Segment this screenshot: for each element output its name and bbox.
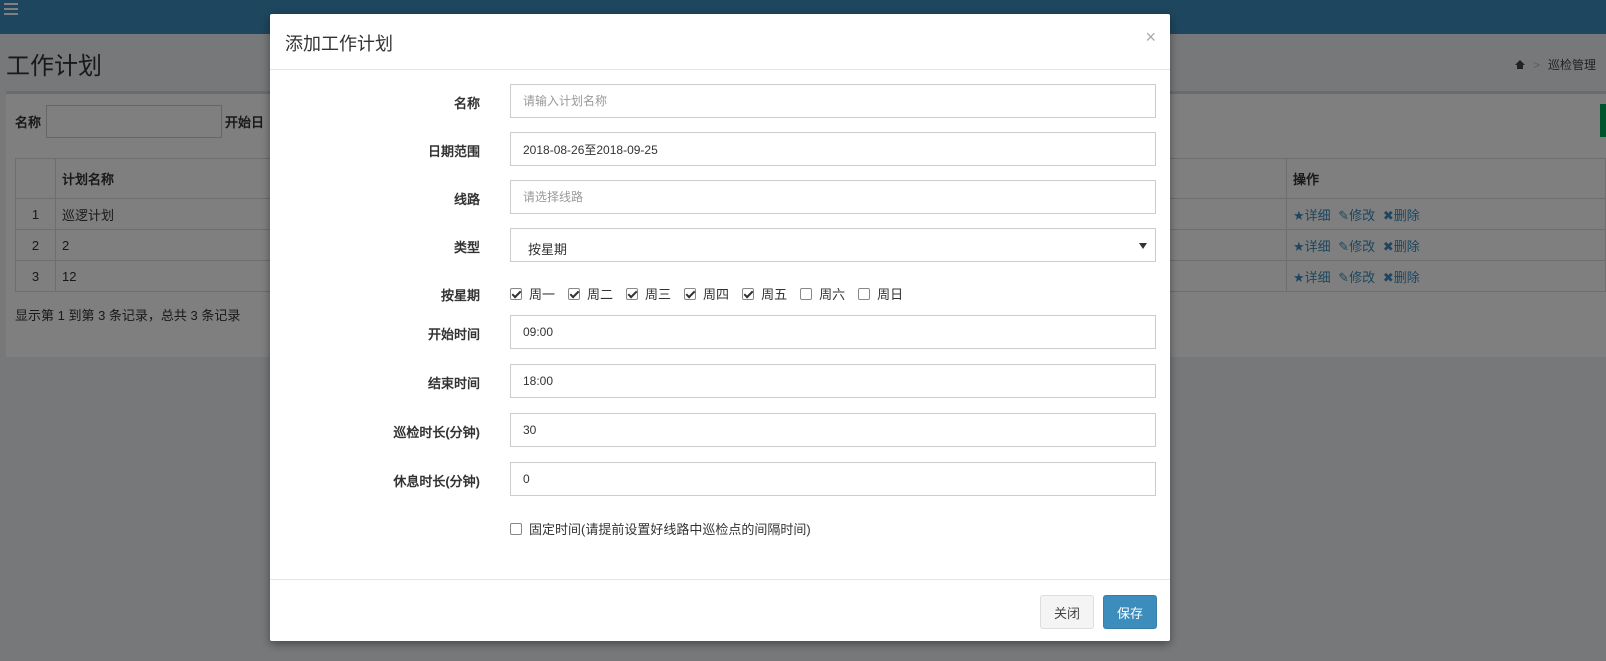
rest-duration-label: 休息时长(分钟) [393, 474, 480, 489]
route-label: 线路 [453, 192, 480, 207]
type-label: 类型 [453, 240, 480, 255]
form-row-start-time: 开始时间 [270, 315, 1170, 349]
modal-footer: 关闭 保存 [270, 579, 1170, 641]
weekday-friday[interactable]: 周五 [742, 284, 787, 303]
tuesday-label: 周二 [587, 287, 614, 302]
form-row-end-time: 结束时间 [270, 364, 1170, 398]
form-row-name: 名称 [270, 84, 1170, 118]
weekday-sunday[interactable]: 周日 [858, 284, 903, 303]
sunday-checkbox[interactable] [858, 287, 871, 300]
form-row-route: 线路 [270, 180, 1170, 214]
weekday-thursday[interactable]: 周四 [684, 284, 729, 303]
name-label: 名称 [453, 96, 480, 111]
rest-duration-input[interactable] [510, 462, 1156, 496]
save-button[interactable]: 保存 [1103, 595, 1157, 629]
close-button[interactable]: 关闭 [1040, 595, 1094, 629]
date-range-input[interactable] [510, 132, 1156, 166]
tuesday-checkbox[interactable] [568, 287, 581, 300]
form-row-week: 按星期 周一 周二 周三 周四 周五 周六 周日 [270, 276, 1170, 310]
date-range-label: 日期范围 [427, 144, 480, 159]
patrol-duration-input[interactable] [510, 413, 1156, 447]
wednesday-label: 周三 [645, 287, 672, 302]
form-row-fixed-time: 固定时间(请提前设置好线路中巡检点的间隔时间) [270, 511, 1170, 545]
fixed-time-option[interactable]: 固定时间(请提前设置好线路中巡检点的间隔时间) [510, 519, 811, 538]
start-time-input[interactable] [510, 315, 1156, 349]
end-time-input[interactable] [510, 364, 1156, 398]
add-plan-modal: 添加工作计划 × 名称 日期范围 线路 类型 按星期 按星期 周一 周二 [270, 14, 1170, 641]
wednesday-checkbox[interactable] [626, 287, 639, 300]
form-row-type: 类型 按星期 [270, 228, 1170, 262]
friday-label: 周五 [761, 287, 788, 302]
form-row-patrol-duration: 巡检时长(分钟) [270, 413, 1170, 447]
thursday-label: 周四 [703, 287, 730, 302]
patrol-duration-label: 巡检时长(分钟) [393, 425, 480, 440]
route-input[interactable] [510, 180, 1156, 214]
start-time-label: 开始时间 [427, 327, 480, 342]
weekday-checkbox-group: 周一 周二 周三 周四 周五 周六 周日 [510, 284, 916, 303]
friday-checkbox[interactable] [742, 287, 755, 300]
type-select[interactable]: 按星期 [510, 228, 1156, 262]
weekday-tuesday[interactable]: 周二 [568, 284, 613, 303]
fixed-time-label: 固定时间(请提前设置好线路中巡检点的间隔时间) [529, 522, 811, 537]
type-select-value: 按星期 [528, 242, 568, 257]
form-row-rest-duration: 休息时长(分钟) [270, 462, 1170, 496]
caret-down-icon [1139, 243, 1147, 249]
weekday-monday[interactable]: 周一 [510, 284, 555, 303]
saturday-label: 周六 [819, 287, 846, 302]
modal-title: 添加工作计划 [285, 34, 393, 54]
close-icon[interactable]: × [1145, 28, 1156, 46]
form-row-date-range: 日期范围 [270, 132, 1170, 166]
week-label: 按星期 [440, 288, 480, 303]
sunday-label: 周日 [877, 287, 904, 302]
fixed-time-checkbox[interactable] [510, 522, 522, 535]
monday-label: 周一 [529, 287, 556, 302]
saturday-checkbox[interactable] [800, 287, 813, 300]
modal-header: 添加工作计划 × [270, 14, 1170, 70]
end-time-label: 结束时间 [427, 376, 480, 391]
monday-checkbox[interactable] [510, 287, 522, 300]
weekday-saturday[interactable]: 周六 [800, 284, 845, 303]
weekday-wednesday[interactable]: 周三 [626, 284, 671, 303]
thursday-checkbox[interactable] [684, 287, 697, 300]
plan-name-input[interactable] [510, 84, 1156, 118]
